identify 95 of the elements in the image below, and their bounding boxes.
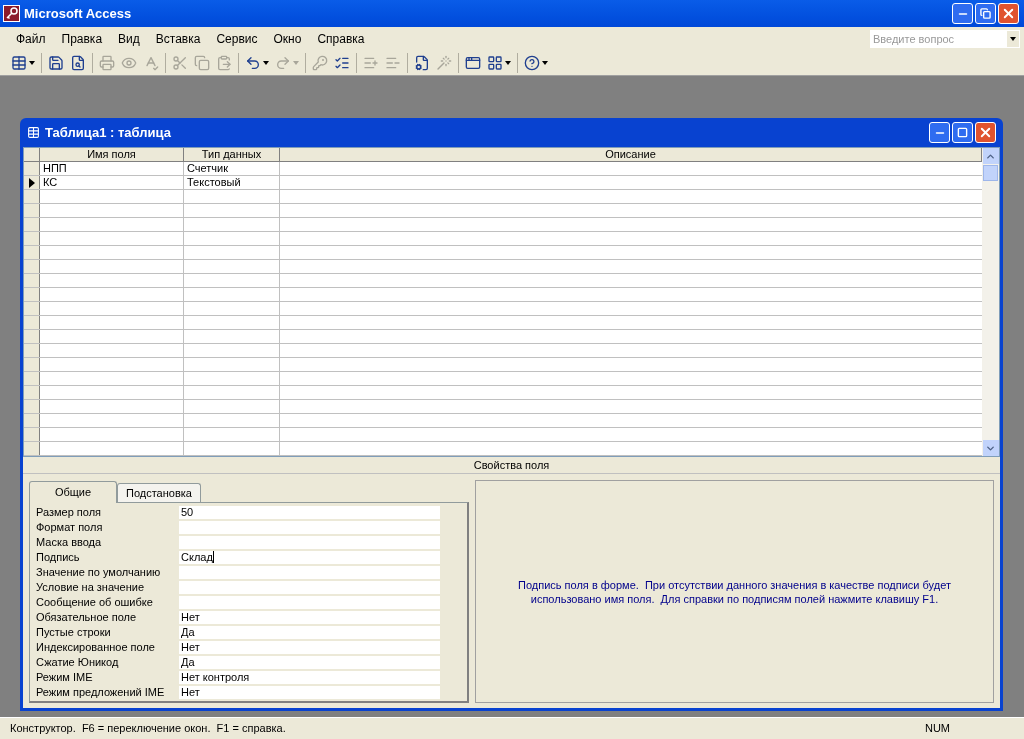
property-value: Нет: [181, 639, 200, 655]
menu-item[interactable]: Вид: [110, 29, 148, 48]
property-value: 50: [181, 504, 194, 520]
property-value: Нет: [181, 609, 200, 625]
property-value-field[interactable]: Нет контроля: [179, 670, 440, 685]
property-label: Маска ввода: [36, 535, 103, 551]
property-label: Подпись: [36, 550, 81, 566]
magnifier-icon: [70, 54, 86, 71]
column-header[interactable]: Имя поля: [40, 148, 184, 161]
property-label: Режим предложений IME: [36, 685, 166, 701]
window-title: Microsoft Access: [24, 4, 133, 23]
window-icon: [465, 54, 481, 71]
property-value-field[interactable]: Нет: [179, 610, 440, 625]
property-value-field[interactable]: Склад: [179, 550, 440, 565]
tab[interactable]: Общие: [29, 481, 117, 503]
undo-icon: [245, 54, 261, 71]
property-label: Размер поля: [36, 505, 103, 521]
menu-item[interactable]: Сервис: [208, 29, 266, 48]
scroll-up-button[interactable]: [982, 148, 999, 164]
row-selector[interactable]: [24, 176, 40, 189]
scroll-down-button[interactable]: [982, 440, 999, 456]
paste-icon: [216, 54, 232, 71]
property-value: Нет: [181, 684, 200, 700]
dropdown-arrow-icon: [29, 60, 35, 65]
maximize-icon: [957, 127, 968, 138]
copy-icon: [194, 54, 210, 71]
scissors-icon: [172, 54, 188, 71]
property-label: Значение по умолчанию: [36, 565, 162, 581]
property-value-field[interactable]: [179, 565, 440, 580]
property-value-field[interactable]: [179, 580, 440, 595]
property-label: Индексированное поле: [36, 640, 156, 656]
spellcheck-icon: [143, 54, 159, 71]
minimize-button[interactable]: [929, 122, 950, 143]
scroll-thumb[interactable]: [983, 165, 998, 181]
dropdown-arrow-icon: [542, 60, 548, 65]
menu-item[interactable]: Окно: [265, 29, 310, 48]
grid-icon: [487, 54, 503, 71]
property-value-field[interactable]: [179, 535, 440, 550]
property-value-field[interactable]: Нет: [179, 685, 440, 700]
hint-text: Подпись поля в форме. При отсутствии данного значения в качестве подписи будет использовано имя поля. Для справки по подписям полей нажмите клавишу F1.: [517, 577, 952, 606]
redo-icon: [275, 54, 291, 71]
restore-button[interactable]: [975, 3, 996, 24]
property-value-field[interactable]: [179, 520, 440, 535]
table-icon: [27, 126, 40, 139]
wand-icon: [436, 54, 452, 71]
property-value-field[interactable]: Нет: [179, 640, 440, 655]
help-icon: [524, 54, 540, 71]
property-value: Нет контроля: [181, 669, 250, 685]
table-cell[interactable]: Текстовый: [184, 176, 280, 189]
property-value-field[interactable]: Да: [179, 625, 440, 640]
maximize-button[interactable]: [952, 122, 973, 143]
minimize-button[interactable]: [952, 3, 973, 24]
printer-icon: [99, 54, 115, 71]
tab[interactable]: Подстановка: [117, 483, 201, 502]
menu-item[interactable]: Файл: [8, 29, 54, 48]
property-value-field[interactable]: Да: [179, 655, 440, 670]
menu-item[interactable]: Справка: [309, 29, 373, 48]
dropdown-arrow-icon: [263, 60, 269, 65]
close-button[interactable]: [975, 122, 996, 143]
window-title: Таблица1 : таблица: [45, 123, 172, 142]
dropdown-arrow-icon: [293, 60, 299, 65]
property-label: Сжатие Юникод: [36, 655, 120, 671]
column-header[interactable]: Тип данных: [184, 148, 280, 161]
status-message: Конструктор. F6 = переключение окон. F1 = справка.: [10, 721, 287, 737]
property-value-field[interactable]: 50: [179, 505, 440, 520]
key-icon: [312, 54, 328, 71]
vertical-scrollbar[interactable]: [982, 148, 999, 456]
dropdown-arrow-icon: [505, 60, 511, 65]
property-value: Да: [181, 654, 195, 670]
table-cell[interactable]: НПП: [40, 162, 184, 175]
menu-item[interactable]: Вставка: [147, 29, 209, 48]
property-label: Условие на значение: [36, 580, 145, 596]
table-cell[interactable]: Счетчик: [184, 162, 280, 175]
close-button[interactable]: [998, 3, 1019, 24]
section-title: Свойства поля: [23, 457, 1000, 474]
property-label: Режим IME: [36, 670, 94, 686]
restore-icon: [980, 8, 991, 19]
property-value: Да: [181, 624, 195, 640]
table-icon: [11, 54, 27, 71]
close-icon: [1001, 6, 1016, 21]
dropdown-button[interactable]: [1007, 30, 1019, 47]
table-cell[interactable]: КС: [40, 176, 184, 189]
key-logo-icon: [3, 5, 20, 22]
property-label: Формат поля: [36, 520, 104, 536]
num-lock-indicator: NUM: [924, 721, 950, 737]
property-label: Пустые строки: [36, 625, 112, 641]
property-value: Склад: [181, 549, 213, 565]
property-label: Обязательное поле: [36, 610, 138, 626]
save-icon: [48, 54, 64, 71]
property-label: Сообщение об ошибке: [36, 595, 154, 611]
close-icon: [978, 125, 993, 140]
menu-item[interactable]: Правка: [53, 29, 111, 48]
properties-icon: [414, 54, 430, 71]
dropdown-arrow-icon: [1010, 36, 1016, 41]
property-value-field[interactable]: [179, 595, 440, 610]
